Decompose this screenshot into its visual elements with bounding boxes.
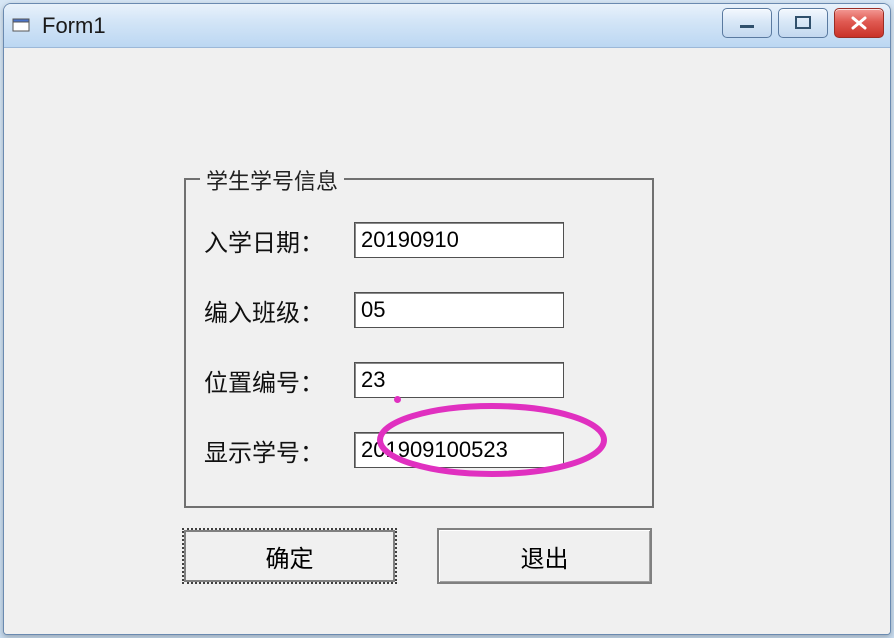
label-class: 编入班级： [204,293,354,328]
minimize-icon [737,16,757,30]
groupbox-legend: 学生学号信息 [200,164,344,196]
titlebar[interactable]: Form1 [4,4,890,48]
ok-button[interactable]: 确定 [182,528,397,584]
row-position: 位置编号： [204,362,634,398]
student-id-groupbox: 学生学号信息 入学日期： 编入班级： 位置编号： 显示学号： [184,178,654,508]
maximize-icon [793,15,813,31]
window-controls [722,8,884,38]
input-enroll-date[interactable] [354,222,564,258]
window-frame: Form1 [3,3,891,635]
row-class: 编入班级： [204,292,634,328]
row-result: 显示学号： [204,432,634,468]
label-result: 显示学号： [204,433,354,468]
close-icon [849,15,869,31]
maximize-button[interactable] [778,8,828,38]
row-enroll-date: 入学日期： [204,222,634,258]
input-position[interactable] [354,362,564,398]
input-class[interactable] [354,292,564,328]
app-icon [12,16,32,36]
exit-button[interactable]: 退出 [437,528,652,584]
input-result[interactable] [354,432,564,468]
label-position: 位置编号： [204,363,354,398]
close-button[interactable] [834,8,884,38]
window-title: Form1 [42,13,106,39]
buttons-row: 确定 退出 [182,528,652,584]
client-area: 学生学号信息 入学日期： 编入班级： 位置编号： 显示学号： [4,48,890,634]
label-enroll-date: 入学日期： [204,223,354,258]
minimize-button[interactable] [722,8,772,38]
